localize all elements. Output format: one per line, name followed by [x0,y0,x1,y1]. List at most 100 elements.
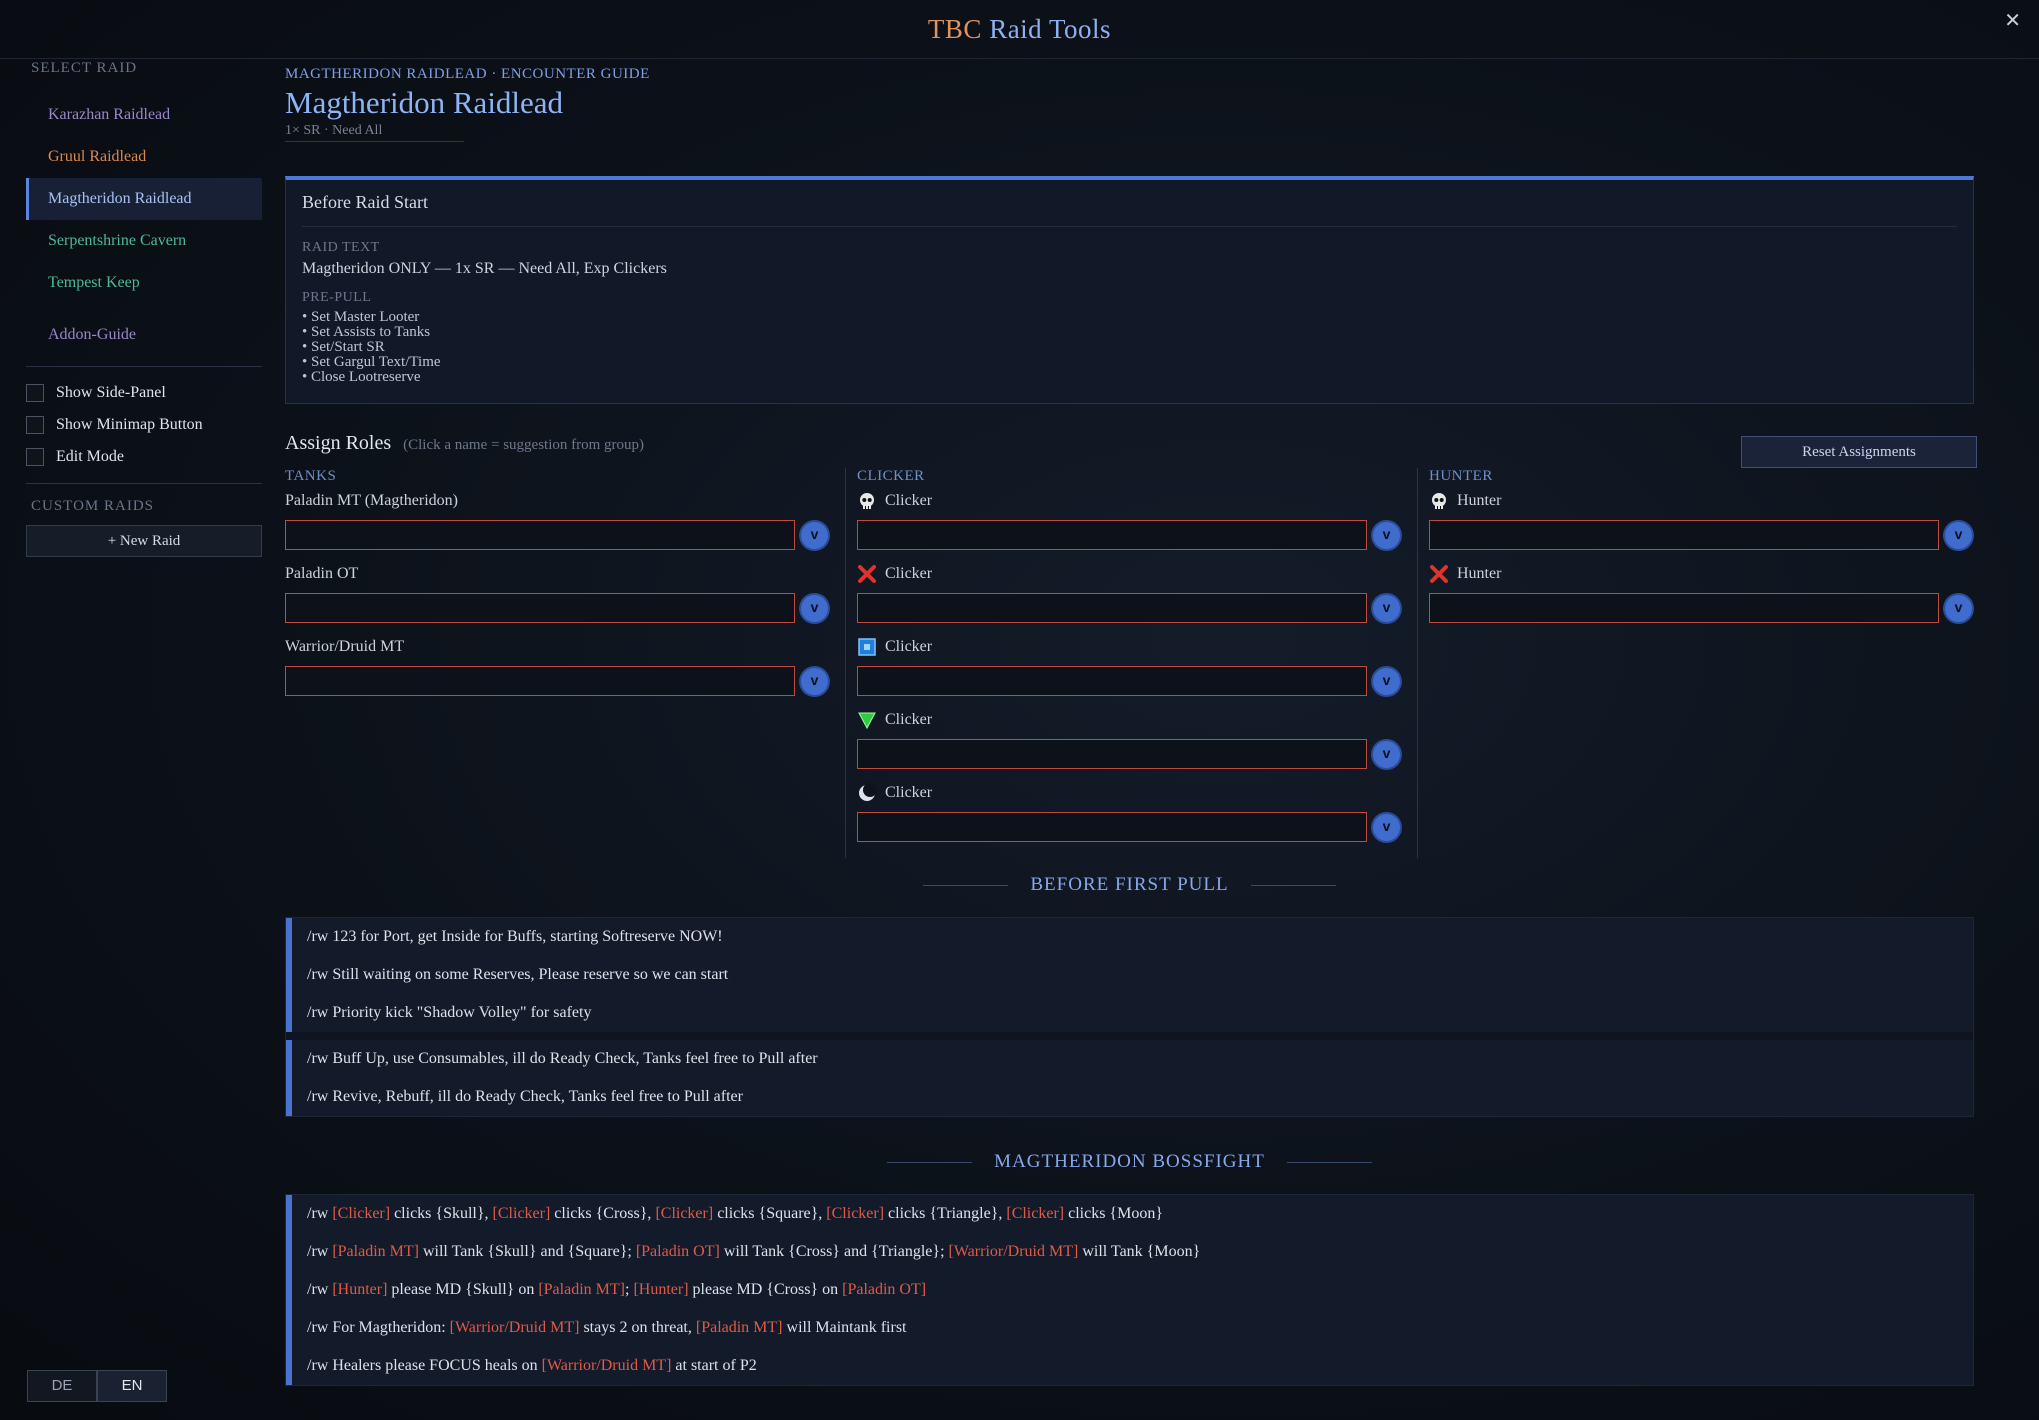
sidebar-item-raid[interactable]: Gruul Raidlead [26,136,262,178]
prepull-item: • Close Lootreserve [302,369,421,385]
dropdown-button[interactable]: v [801,595,828,622]
player-name-input[interactable] [285,593,795,623]
checkbox[interactable] [26,448,44,466]
sidebar-divider [26,366,262,367]
raid-warning-line[interactable]: /rw [Clicker] clicks {Skull}, [Clicker] … [292,1195,1973,1233]
column-divider [1417,468,1418,858]
sidebar-item-raid[interactable]: Magtheridon Raidlead [26,178,262,220]
prepull-item: • Set Assists to Tanks [302,324,431,340]
role-slot-label: Paladin MT (Magtheridon) [285,486,845,516]
message-text: stays 2 on threat, [579,1319,696,1336]
prepull-block: PRE-PULL • Set Master Looter • Set Assist… [302,290,441,385]
dropdown-button[interactable]: v [1373,814,1400,841]
message-text: will Tank {Cross} and {Triangle}; [719,1243,949,1260]
sidebar-item-raid[interactable]: Karazhan Raidlead [26,94,262,136]
message-text: clicks {Square}, [713,1205,827,1222]
raid-warning-line[interactable]: /rw [Hunter] please MD {Skull} on [Palad… [292,1271,1973,1309]
edit-mode-toggle[interactable]: Edit Mode [26,441,262,473]
checkbox[interactable] [26,416,44,434]
show-minimap-toggle[interactable]: Show Minimap Button [26,409,262,441]
raid-warning-line[interactable]: /rw Healers please FOCUS heals on [Warri… [292,1347,1973,1385]
dropdown-button[interactable]: v [1373,595,1400,622]
player-name-input[interactable] [857,520,1367,550]
player-name-input[interactable] [857,666,1367,696]
reset-assignments-button[interactable]: Reset Assignments [1741,436,1977,468]
raid-warning-line[interactable]: /rw Priority kick "Shadow Volley" for sa… [292,994,1973,1032]
message-group: /rw 123 for Port, get Inside for Buffs, … [286,918,1973,1032]
column-divider [845,468,846,858]
role-placeholder: [Paladin OT] [842,1281,927,1298]
dropdown-button[interactable]: v [801,668,828,695]
message-text: will Tank {Moon} [1078,1243,1201,1260]
sidebar-item-raid[interactable]: Tempest Keep [26,262,262,304]
player-name-input[interactable] [857,593,1367,623]
checkbox[interactable] [26,384,44,402]
skull-icon [857,491,877,511]
select-raid-heading: SELECT RAID [31,60,138,76]
message-text: please MD {Cross} on [688,1281,843,1298]
raid-text-block: RAID TEXT Magtheridon ONLY — 1x SR — Nee… [302,240,667,278]
sidebar-divider [26,483,262,484]
new-raid-button[interactable]: + New Raid [26,525,262,557]
raid-warning-line[interactable]: /rw [Paladin MT] will Tank {Skull} and {… [292,1233,1973,1271]
dropdown-button[interactable]: v [1373,522,1400,549]
player-name-input[interactable] [857,812,1367,842]
player-name-input[interactable] [285,520,795,550]
player-name-input[interactable] [285,666,795,696]
sidebar-item-addon-guide[interactable]: Addon-Guide [26,314,262,356]
prepull-label: PRE-PULL [302,290,372,305]
role-placeholder: [Clicker] [492,1205,551,1222]
before-raid-title: Before Raid Start [302,192,428,212]
before-first-pull-heading: BEFORE FIRST PULL [285,874,1974,896]
role-slot-label: Clicker [857,778,1417,808]
raid-warning-line[interactable]: /rw For Magtheridon: [Warrior/Druid MT] … [292,1309,1973,1347]
raid-warning-line[interactable]: /rw 123 for Port, get Inside for Buffs, … [292,918,1973,956]
raid-warning-line[interactable]: /rw Buff Up, use Consumables, ill do Rea… [292,1040,1973,1078]
show-side-panel-toggle[interactable]: Show Side-Panel [26,377,262,409]
role-slot-label: Hunter [1429,559,1989,589]
dropdown-button[interactable]: v [1945,522,1972,549]
message-text: clicks {Cross}, [550,1205,656,1222]
close-button[interactable]: ✕ [2004,8,2021,33]
role-placeholder: [Hunter] [332,1281,388,1298]
message-group: /rw Buff Up, use Consumables, ill do Rea… [286,1040,1973,1116]
role-name: Hunter [1457,565,1502,582]
dropdown-button[interactable]: v [1373,741,1400,768]
role-slot-label: Clicker [857,632,1417,662]
hunter-column: HUNTER Hunter v Hunter v [1429,468,1989,632]
role-placeholder: [Warrior/Druid MT] [948,1243,1079,1260]
role-placeholder: [Clicker] [826,1205,885,1222]
message-text: clicks {Triangle}, [884,1205,1007,1222]
square-icon [857,637,877,657]
lang-en-button[interactable]: EN [97,1370,167,1402]
role-placeholder: [Clicker] [655,1205,714,1222]
role-slot: Hunter v [1429,486,1989,559]
bossfight-messages: /rw [Clicker] clicks {Skull}, [Clicker] … [285,1194,1974,1386]
raid-warning-line[interactable]: /rw Revive, Rebuff, ill do Ready Check, … [292,1078,1973,1116]
role-name: Warrior/Druid MT [285,638,405,655]
player-name-input[interactable] [1429,520,1939,550]
player-name-input[interactable] [857,739,1367,769]
dropdown-button[interactable]: v [1945,595,1972,622]
message-text: please MD {Skull} on [387,1281,539,1298]
prepull-item: • Set Master Looter [302,309,420,325]
sidebar-item-raid[interactable]: Serpentshrine Cavern [26,220,262,262]
role-name: Clicker [885,711,933,728]
role-slot-label: Clicker [857,559,1417,589]
role-slot: Clicker v [857,778,1417,851]
dropdown-button[interactable]: v [801,522,828,549]
message-text: clicks {Moon} [1064,1205,1164,1222]
raid-text-value: Magtheridon ONLY — 1x SR — Need All, Exp… [302,260,667,277]
dropdown-button[interactable]: v [1373,668,1400,695]
breadcrumb: MAGTHERIDON RAIDLEAD · ENCOUNTER GUIDE [285,66,650,82]
raid-warning-line[interactable]: /rw Still waiting on some Reserves, Plea… [292,956,1973,994]
role-slot-label: Warrior/Druid MT [285,632,845,662]
group-gap [286,1032,1973,1040]
lang-de-button[interactable]: DE [27,1370,97,1402]
panel-divider [302,226,1957,227]
role-name: Clicker [885,784,933,801]
bossfight-heading: MAGTHERIDON BOSSFIGHT [285,1151,1974,1173]
role-slot: Clicker v [857,559,1417,632]
triangle-icon [857,710,877,730]
player-name-input[interactable] [1429,593,1939,623]
